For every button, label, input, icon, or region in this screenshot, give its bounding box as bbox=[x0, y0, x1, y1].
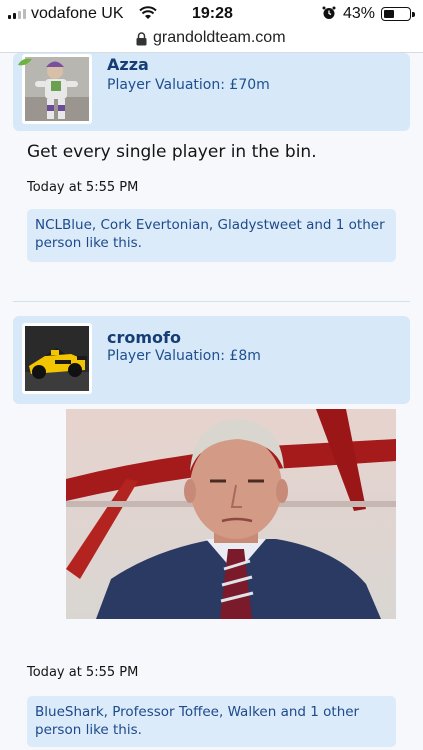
yellow-race-car-avatar-icon bbox=[25, 326, 89, 391]
player-valuation: Player Valuation: £8m bbox=[107, 348, 261, 364]
avatar[interactable] bbox=[22, 54, 92, 124]
lock-icon bbox=[136, 32, 147, 51]
avatar[interactable] bbox=[22, 323, 92, 394]
username-link[interactable]: cromofo bbox=[107, 328, 181, 347]
leaf-icon bbox=[18, 52, 32, 71]
post-header: Azza Player Valuation: £70m bbox=[13, 53, 410, 131]
likes-summary[interactable]: BlueShark, Professor Toffee, Walken and … bbox=[27, 696, 396, 747]
username-link[interactable]: Azza bbox=[107, 55, 149, 74]
status-bar: vodafone UK 19:28 43% bbox=[0, 0, 423, 28]
post-header: cromofo Player Valuation: £8m bbox=[13, 316, 410, 404]
carrier-name: vodafone UK bbox=[31, 5, 124, 22]
battery-fill bbox=[384, 10, 394, 18]
clock-time: 19:28 bbox=[192, 5, 233, 22]
alarm-icon bbox=[322, 6, 336, 25]
post-timestamp[interactable]: Today at 5:55 PM bbox=[27, 665, 138, 680]
toy-spaceman-avatar-icon bbox=[25, 57, 89, 121]
battery-icon bbox=[381, 7, 415, 21]
page-url[interactable]: grandoldteam.com bbox=[153, 29, 286, 47]
signal-strength-icon bbox=[8, 9, 26, 19]
wifi-icon bbox=[139, 6, 157, 25]
likes-summary[interactable]: NCLBlue, Cork Evertonian, Gladystweet an… bbox=[27, 209, 396, 262]
player-valuation: Player Valuation: £70m bbox=[107, 77, 270, 93]
post-timestamp[interactable]: Today at 5:55 PM bbox=[27, 180, 138, 195]
message-text: Get every single player in the bin. bbox=[27, 142, 317, 162]
post-divider bbox=[13, 301, 410, 302]
battery-percentage: 43% bbox=[343, 5, 376, 22]
manager-photo[interactable] bbox=[66, 409, 396, 619]
address-bar[interactable]: grandoldteam.com bbox=[0, 28, 423, 53]
